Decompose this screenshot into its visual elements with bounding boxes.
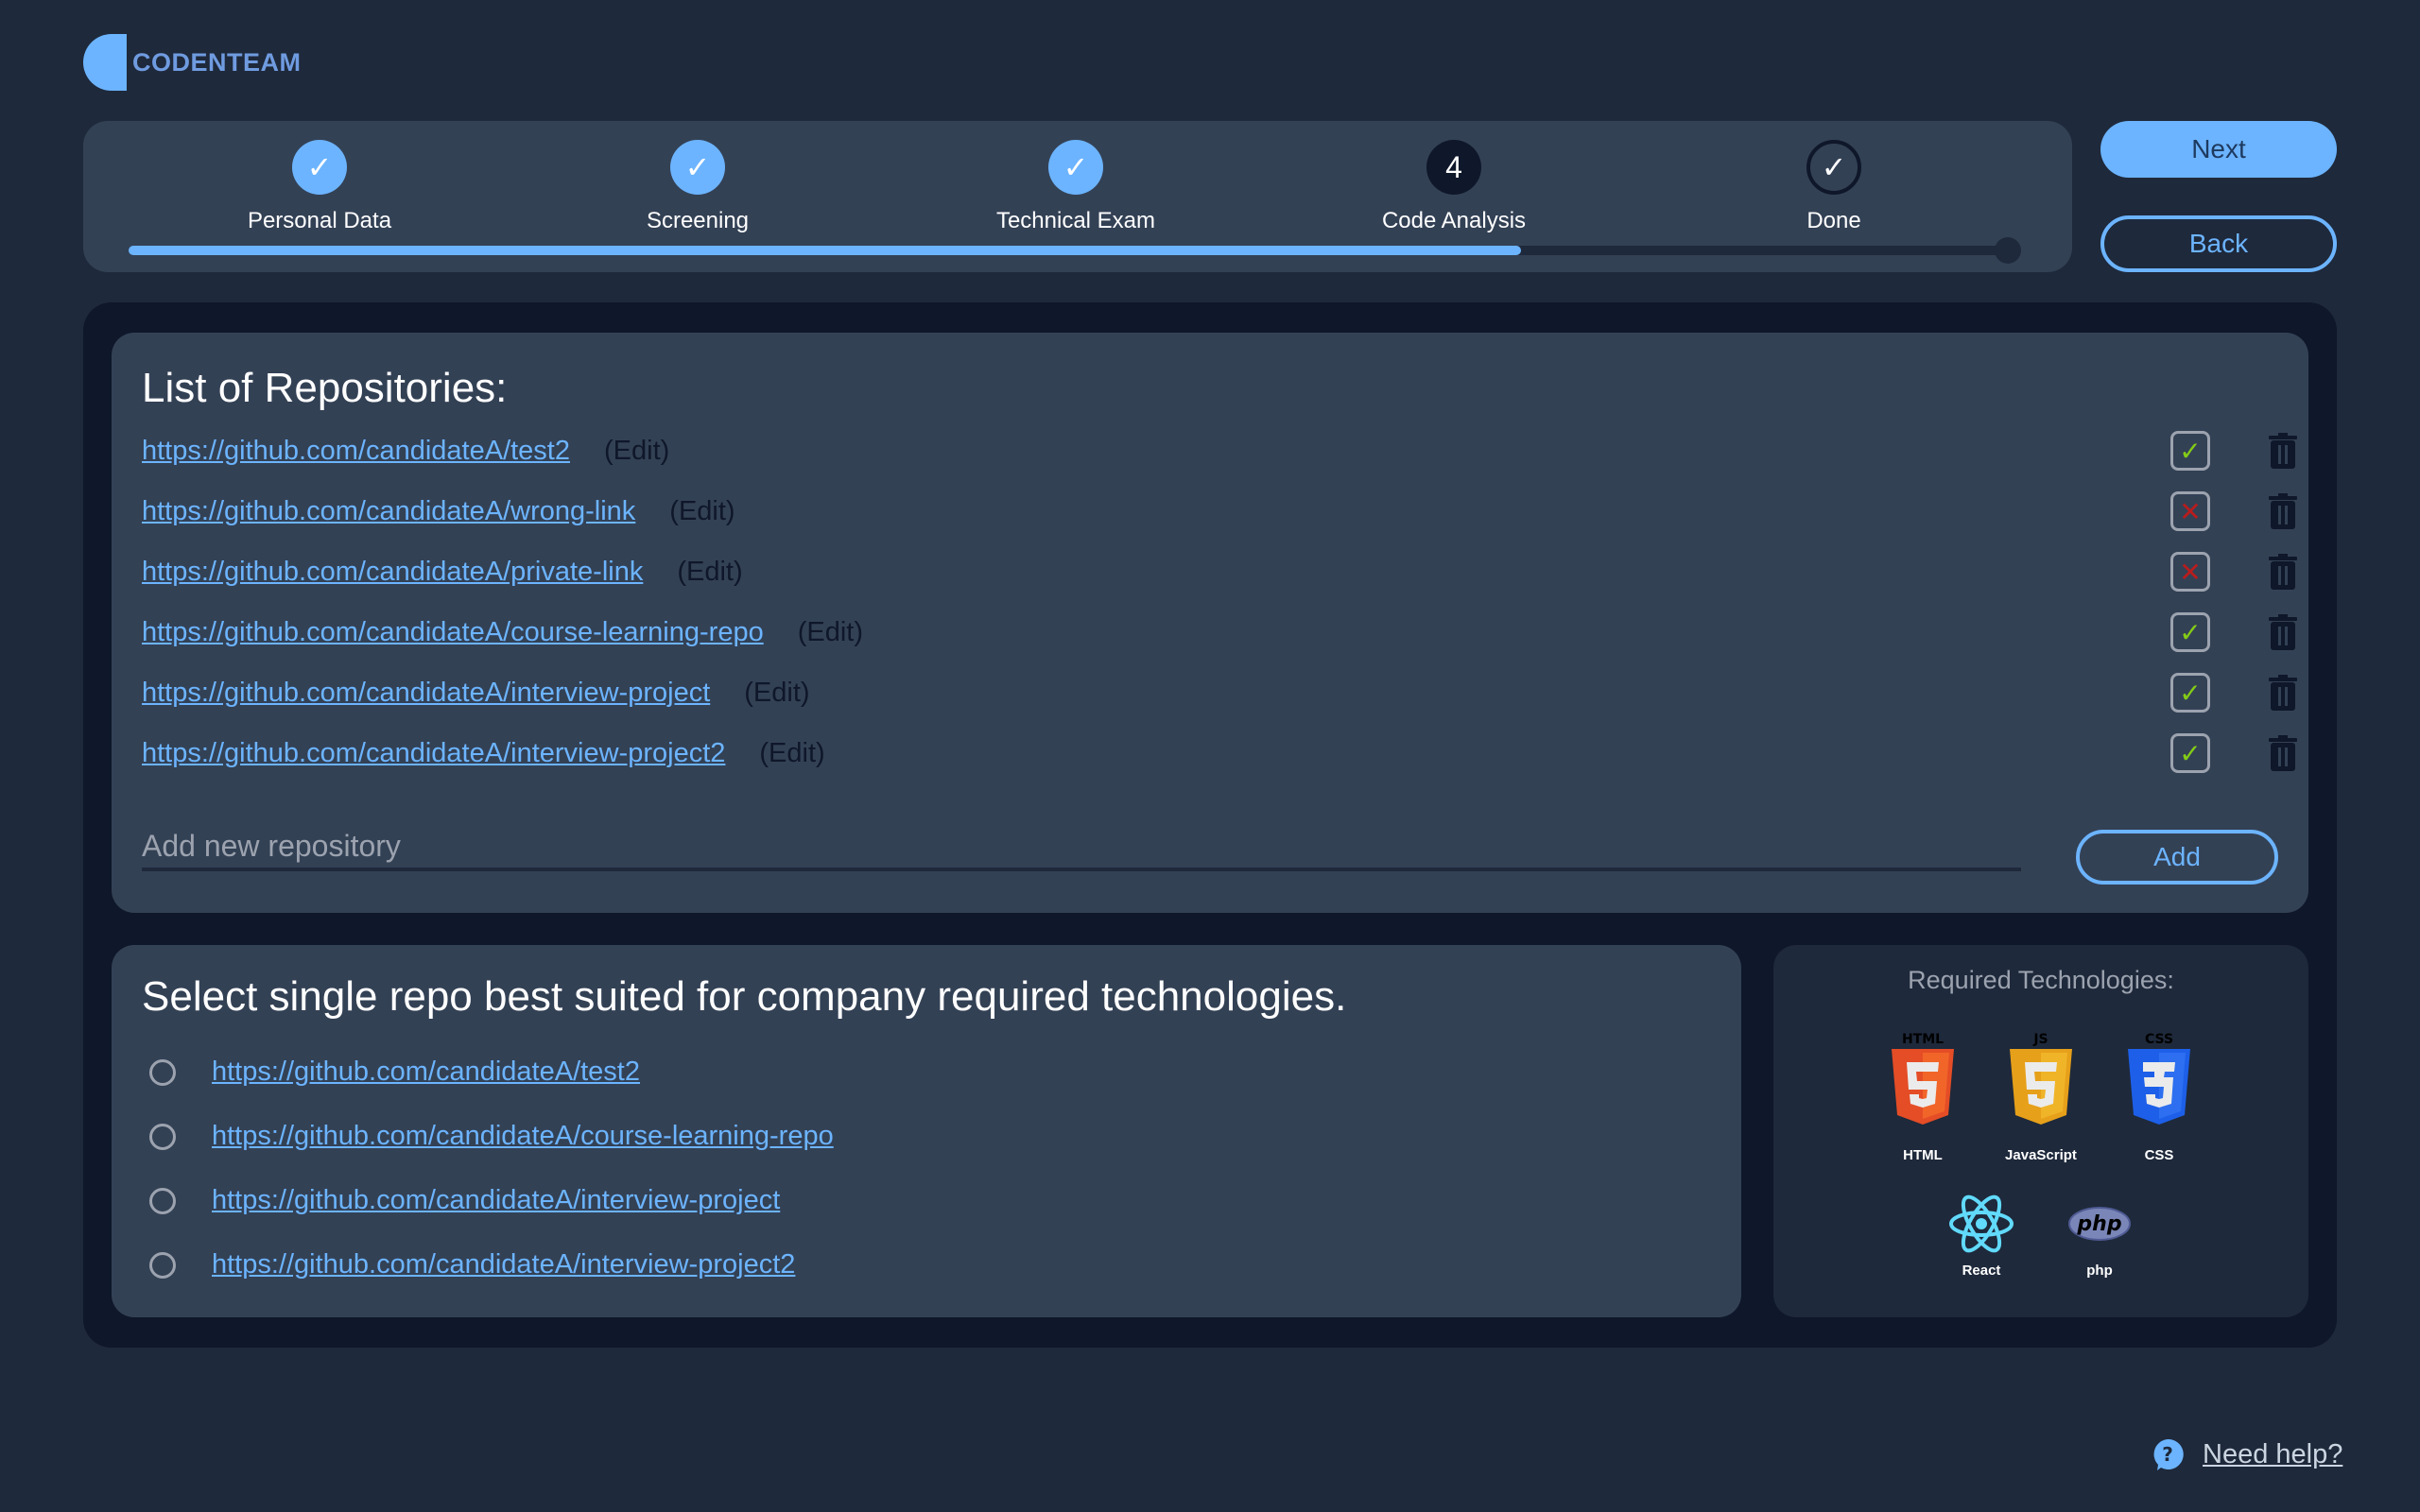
radio-option[interactable]: https://github.com/candidateA/course-lea… [149, 1121, 834, 1152]
trash-icon[interactable] [2269, 493, 2297, 529]
trash-icon[interactable] [2269, 675, 2297, 711]
help-question-icon: ? [2153, 1438, 2184, 1470]
step-personal-data[interactable]: ✓ Personal Data [206, 140, 433, 234]
css-badge: CSS [2145, 1032, 2173, 1047]
tech-label: HTML [1903, 1147, 1943, 1163]
help-link-text[interactable]: Need help? [2203, 1439, 2342, 1470]
step-number: 4 [1426, 140, 1481, 195]
php-icon: php [2068, 1207, 2131, 1241]
step-label: Personal Data [247, 208, 392, 233]
edit-link[interactable]: (Edit) [604, 436, 669, 467]
progress-end-knob [1995, 237, 2021, 264]
list-item: https://github.com/candidateA/wrong-link… [142, 488, 2297, 535]
tech-label: JavaScript [2005, 1147, 2077, 1163]
repo-link[interactable]: https://github.com/candidateA/interview-… [142, 678, 710, 709]
progress-stepper: ✓ Personal Data ✓ Screening ✓ Technical … [83, 121, 2072, 272]
step-label: Screening [646, 208, 750, 233]
main-container: List of Repositories: https://github.com… [83, 302, 2337, 1348]
tech-css: CSS CSS [2107, 1030, 2211, 1163]
html-badge: HTML [1902, 1032, 1944, 1047]
step-label: Done [1806, 208, 1861, 233]
tech-react: React [1929, 1193, 2033, 1279]
svg-text:php: php [2076, 1212, 2121, 1236]
trash-icon[interactable] [2269, 735, 2297, 771]
step-done[interactable]: ✓ Done [1720, 140, 1947, 234]
check-icon: ✓ [292, 140, 347, 195]
repo-link[interactable]: https://github.com/candidateA/interview-… [142, 738, 725, 769]
repo-link[interactable]: https://github.com/candidateA/test2 [142, 436, 570, 467]
check-icon: ✓ [670, 140, 725, 195]
check-icon: ✓ [1048, 140, 1103, 195]
check-icon: ✓ [1806, 140, 1861, 195]
react-icon [1949, 1194, 2014, 1253]
html5-icon: HTML [1892, 1032, 1954, 1125]
next-button[interactable]: Next [2100, 121, 2337, 178]
repo-link[interactable]: https://github.com/candidateA/course-lea… [212, 1121, 834, 1152]
repository-list-panel: List of Repositories: https://github.com… [112, 333, 2308, 913]
radio-option[interactable]: https://github.com/candidateA/interview-… [149, 1185, 780, 1216]
js-badge: JS [2032, 1032, 2048, 1047]
edit-link[interactable]: (Edit) [669, 496, 735, 527]
radio-option[interactable]: https://github.com/candidateA/interview-… [149, 1249, 795, 1280]
progress-bar [129, 237, 2021, 264]
trash-icon[interactable] [2269, 554, 2297, 590]
javascript-icon: JS [2010, 1032, 2072, 1125]
radio-button[interactable] [149, 1123, 176, 1150]
progress-fill [129, 246, 1521, 255]
repo-link[interactable]: https://github.com/candidateA/interview-… [212, 1249, 795, 1280]
back-button[interactable]: Back [2100, 215, 2337, 272]
step-technical-exam[interactable]: ✓ Technical Exam [962, 140, 1189, 234]
repo-link[interactable]: https://github.com/candidateA/private-li… [142, 557, 643, 588]
edit-link[interactable]: (Edit) [759, 738, 824, 769]
valid-check-icon: ✓ [2170, 612, 2210, 652]
list-item: https://github.com/candidateA/interview-… [142, 669, 2297, 716]
tech-html: HTML HTML [1871, 1030, 1975, 1163]
panel-title: Select single repo best suited for compa… [142, 973, 1347, 1020]
tech-label: CSS [2144, 1147, 2174, 1163]
valid-check-icon: ✓ [2170, 431, 2210, 471]
valid-check-icon: ✓ [2170, 733, 2210, 773]
list-item: https://github.com/candidateA/course-lea… [142, 609, 2297, 656]
repo-link[interactable]: https://github.com/candidateA/test2 [212, 1057, 640, 1088]
svg-text:?: ? [2162, 1443, 2173, 1466]
add-repository-button[interactable]: Add [2076, 830, 2278, 885]
invalid-x-icon: ✕ [2170, 552, 2210, 592]
panel-title: Required Technologies: [1908, 966, 2174, 994]
brand-name: CODENTEAM [132, 47, 302, 77]
radio-option[interactable]: https://github.com/candidateA/test2 [149, 1057, 640, 1088]
radio-button[interactable] [149, 1187, 176, 1214]
step-code-analysis[interactable]: 4 Code Analysis [1340, 140, 1567, 234]
logo-mark-icon [83, 34, 127, 91]
list-item: https://github.com/candidateA/test2 (Edi… [142, 427, 2297, 474]
trash-icon[interactable] [2269, 433, 2297, 469]
step-label: Technical Exam [995, 208, 1156, 233]
valid-check-icon: ✓ [2170, 673, 2210, 713]
invalid-x-icon: ✕ [2170, 491, 2210, 531]
trash-icon[interactable] [2269, 614, 2297, 650]
radio-button[interactable] [149, 1058, 176, 1086]
panel-title: List of Repositories: [142, 365, 508, 411]
edit-link[interactable]: (Edit) [677, 557, 742, 588]
tech-label: React [1962, 1263, 2001, 1279]
required-technologies-panel: Required Technologies: HTML HTML JS Java… [1773, 945, 2308, 1317]
repo-link[interactable]: https://github.com/candidateA/interview-… [212, 1185, 780, 1216]
tech-php: php php [2048, 1193, 2152, 1279]
repo-link[interactable]: https://github.com/candidateA/wrong-link [142, 496, 635, 527]
edit-link[interactable]: (Edit) [744, 678, 809, 709]
css3-icon: CSS [2128, 1032, 2190, 1125]
list-item: https://github.com/candidateA/private-li… [142, 548, 2297, 595]
help-link[interactable]: ? Need help? [2152, 1438, 2342, 1470]
brand-logo: CODENTEAM [83, 34, 302, 91]
tech-label: php [2086, 1263, 2113, 1279]
list-item: https://github.com/candidateA/interview-… [142, 730, 2297, 777]
repo-link[interactable]: https://github.com/candidateA/course-lea… [142, 617, 764, 648]
add-repository-input[interactable] [142, 824, 2021, 871]
radio-button[interactable] [149, 1251, 176, 1279]
edit-link[interactable]: (Edit) [798, 617, 863, 648]
tech-javascript: JS JavaScript [1989, 1030, 2093, 1163]
repo-selection-panel: Select single repo best suited for compa… [112, 945, 1741, 1317]
step-screening[interactable]: ✓ Screening [584, 140, 811, 234]
step-label: Code Analysis [1381, 208, 1527, 233]
